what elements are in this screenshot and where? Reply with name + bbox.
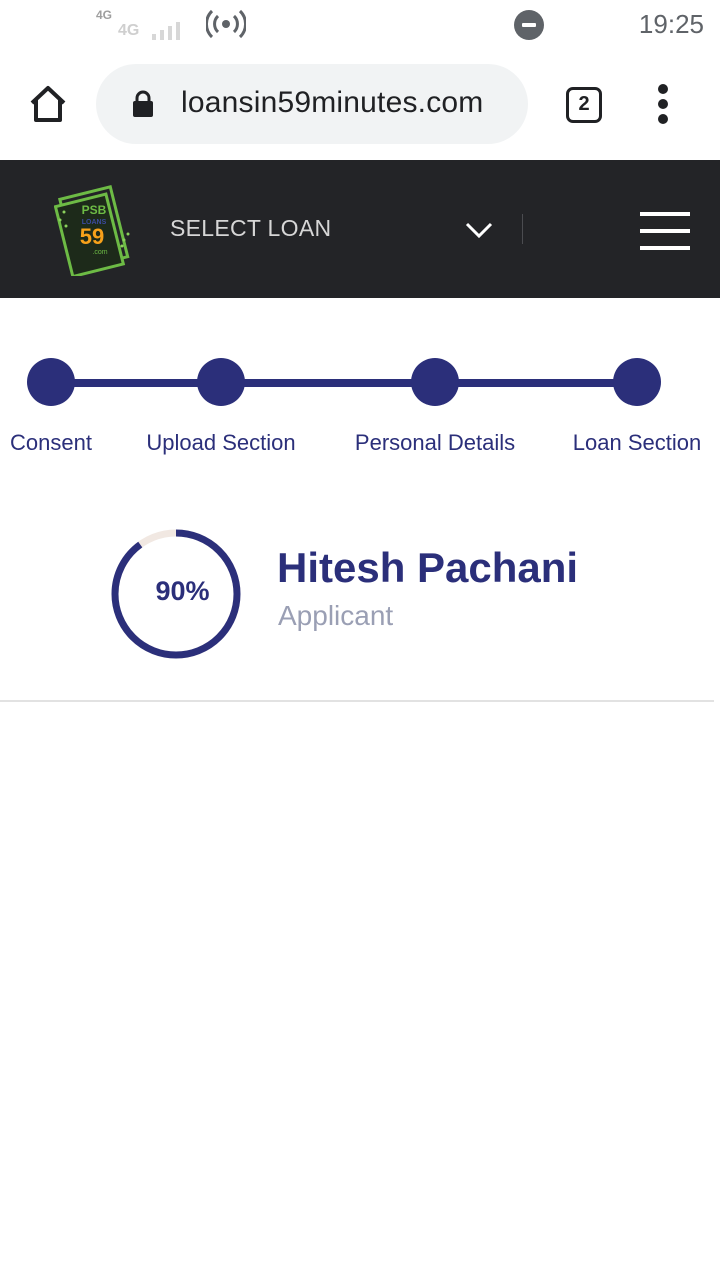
step-label-loan-section[interactable]: Loan Section	[573, 430, 701, 456]
applicant-profile: 90% Hitesh Pachani Applicant	[0, 520, 720, 700]
step-dot-personal-details[interactable]	[411, 358, 459, 406]
browser-toolbar: loansin59minutes.com 2	[0, 50, 720, 160]
step-label-consent[interactable]: Consent	[10, 430, 92, 456]
step-label-upload-section[interactable]: Upload Section	[146, 430, 295, 456]
applicant-name: Hitesh Pachani	[277, 544, 579, 591]
status-bar: 4G 4G 19:25	[0, 0, 720, 50]
applicant-role: Applicant	[278, 600, 394, 631]
select-loan-dropdown[interactable]: SELECT LOAN	[170, 215, 331, 242]
step-connector	[221, 379, 435, 387]
step-dot-consent[interactable]	[27, 358, 75, 406]
chevron-down-icon[interactable]	[464, 218, 494, 242]
logo-psb-text: PSB	[82, 203, 107, 217]
tabs-button[interactable]: 2	[566, 87, 602, 123]
application-stepper: Consent Upload Section Personal Details …	[0, 298, 720, 478]
step-label-personal-details[interactable]: Personal Details	[355, 430, 515, 456]
step-dot-upload-section[interactable]	[197, 358, 245, 406]
url-text[interactable]: loansin59minutes.com	[181, 86, 484, 120]
step-connector	[435, 379, 637, 387]
more-vert-icon[interactable]	[650, 84, 678, 124]
lock-icon	[133, 90, 153, 117]
network-type-label-secondary: 4G	[118, 22, 140, 39]
signal-icon: 4G 4G	[96, 8, 191, 40]
psb-loans-logo[interactable]: PSB LOANS 59 .com	[54, 182, 134, 276]
hamburger-menu-icon[interactable]	[640, 212, 690, 250]
do-not-disturb-icon	[514, 10, 544, 40]
status-time: 19:25	[638, 9, 704, 39]
home-icon[interactable]	[26, 82, 70, 126]
section-divider	[0, 700, 714, 702]
network-type-label: 4G	[96, 8, 113, 22]
logo-number-text: 59	[80, 224, 104, 249]
site-header: PSB LOANS 59 .com SELECT LOAN	[0, 160, 720, 298]
tab-count: 2	[578, 93, 590, 115]
step-dot-loan-section[interactable]	[613, 358, 661, 406]
header-divider	[522, 214, 523, 244]
signal-bars-icon	[152, 22, 180, 40]
address-bar[interactable]: loansin59minutes.com	[96, 64, 528, 144]
logo-com-text: .com	[92, 249, 107, 256]
step-connector	[51, 379, 221, 387]
hotspot-icon	[206, 9, 246, 39]
profile-completion-percent: 90%	[155, 576, 210, 606]
